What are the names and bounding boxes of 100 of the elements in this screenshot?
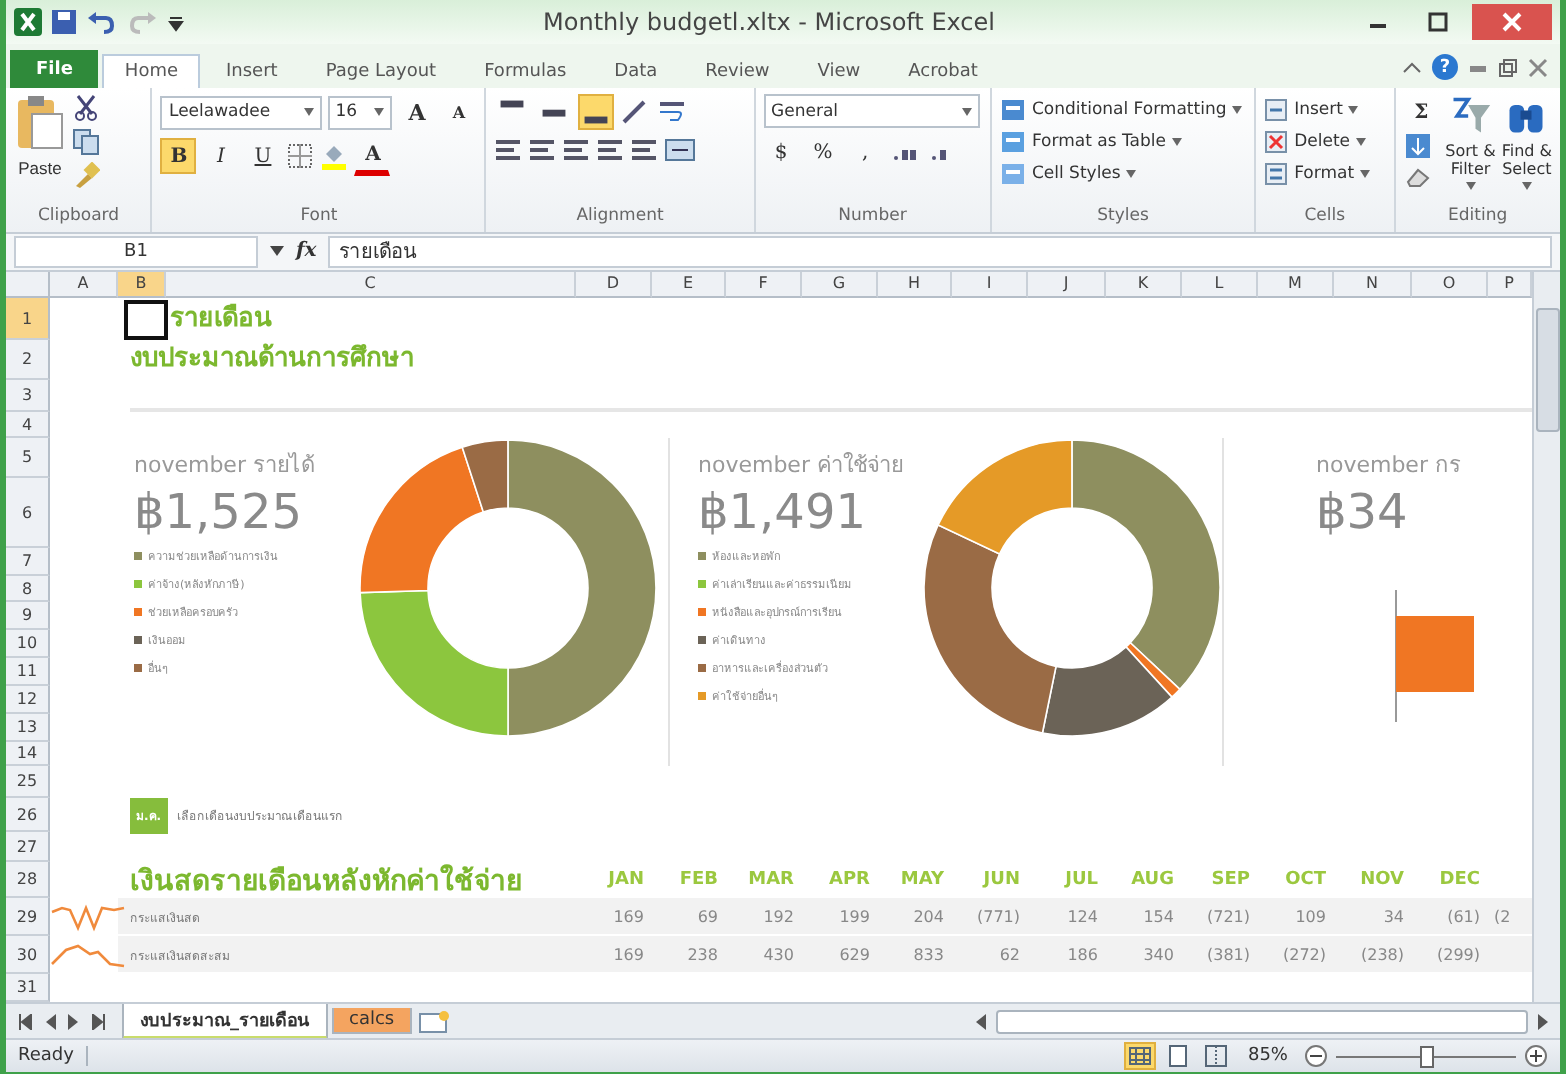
zoom-slider[interactable]: [1420, 1045, 1434, 1068]
row-header[interactable]: 9: [6, 602, 50, 631]
column-header[interactable]: P: [1488, 272, 1532, 299]
underline-button[interactable]: U: [244, 138, 281, 175]
increase-indent-icon[interactable]: [630, 136, 659, 165]
border-icon[interactable]: [286, 142, 315, 171]
ribbon-tab[interactable]: Insert: [204, 54, 300, 89]
ribbon-tab[interactable]: Home: [102, 54, 200, 89]
format-cells-icon[interactable]: [1264, 162, 1289, 187]
row-header[interactable]: 26: [6, 798, 50, 833]
styles-icon[interactable]: [999, 130, 1026, 155]
column-header[interactable]: J: [1028, 272, 1106, 299]
align-right-icon[interactable]: [562, 136, 591, 165]
row-header[interactable]: 6: [6, 478, 50, 549]
row-header[interactable]: 12: [6, 686, 50, 715]
scrollbar-thumb[interactable]: [996, 1009, 1528, 1034]
cells-menu-button[interactable]: Delete: [1294, 132, 1351, 153]
scissors-icon[interactable]: [72, 94, 100, 123]
ribbon-tab[interactable]: Review: [683, 54, 792, 89]
column-header[interactable]: C: [166, 272, 576, 299]
row-header[interactable]: 1: [6, 298, 50, 341]
zoom-in-icon[interactable]: [1524, 1044, 1548, 1069]
help-button[interactable]: ?: [1432, 54, 1458, 81]
row-header[interactable]: 27: [6, 832, 50, 863]
cells-menu-button[interactable]: Insert: [1294, 100, 1343, 121]
autosum-button[interactable]: Σ: [1403, 94, 1440, 131]
font-size-field[interactable]: 16: [327, 95, 393, 130]
cells-menu-button[interactable]: Format: [1294, 164, 1355, 185]
sheet-tab[interactable]: งบประมาณ_รายเดือน: [122, 1003, 327, 1040]
ribbon-tab[interactable]: Page Layout: [303, 54, 459, 89]
next-sheet-icon[interactable]: [68, 1013, 80, 1030]
align-left-icon[interactable]: [494, 136, 523, 165]
row-header[interactable]: 7: [6, 548, 50, 577]
sheet-tab[interactable]: calcs: [331, 1008, 413, 1035]
name-box[interactable]: B1: [14, 235, 258, 268]
column-header[interactable]: F: [726, 272, 802, 299]
file-tab[interactable]: File: [10, 50, 99, 89]
scrollbar-thumb[interactable]: [1535, 308, 1559, 433]
column-header[interactable]: K: [1106, 272, 1182, 299]
excel-logo-icon[interactable]: [14, 7, 42, 36]
row-header[interactable]: 8: [6, 576, 50, 603]
first-sheet-icon[interactable]: [18, 1013, 32, 1030]
insert-function-button[interactable]: fx: [296, 240, 317, 263]
styles-menu-button[interactable]: Cell Styles: [1031, 164, 1121, 185]
sort-filter-button[interactable]: Sort & Filter: [1445, 142, 1496, 179]
row-header[interactable]: 30: [6, 936, 50, 975]
font-color-button[interactable]: A: [354, 136, 391, 177]
close-button[interactable]: [1472, 3, 1552, 40]
row-header[interactable]: 5: [6, 438, 50, 479]
column-header[interactable]: G: [802, 272, 878, 299]
decrease-indent-icon[interactable]: [596, 136, 625, 165]
wrap-text-icon[interactable]: [658, 98, 687, 127]
normal-view-icon[interactable]: [1123, 1042, 1156, 1071]
delete-cells-icon[interactable]: [1264, 130, 1289, 155]
column-header[interactable]: M: [1258, 272, 1334, 299]
percent-button[interactable]: %: [805, 134, 842, 171]
row-header[interactable]: 3: [6, 380, 50, 413]
collapse-ribbon-icon[interactable]: [1402, 57, 1422, 78]
row-header[interactable]: 28: [6, 862, 50, 899]
number-format-field[interactable]: General: [763, 94, 980, 129]
formula-field[interactable]: รายเดือน: [328, 235, 1552, 268]
column-header[interactable]: O: [1412, 272, 1488, 299]
ribbon-tab[interactable]: Acrobat: [886, 54, 1000, 89]
find-select-button[interactable]: Find & Select: [1501, 142, 1553, 179]
column-header[interactable]: B: [118, 272, 166, 299]
comma-button[interactable]: ,: [847, 134, 884, 171]
row-header[interactable]: 29: [6, 898, 50, 937]
bold-button[interactable]: B: [160, 138, 197, 175]
row-header[interactable]: 25: [6, 766, 50, 799]
undo-icon[interactable]: [86, 7, 118, 36]
ribbon-tab[interactable]: Formulas: [462, 54, 589, 89]
currency-button[interactable]: $: [763, 134, 800, 171]
row-header[interactable]: 10: [6, 630, 50, 659]
ribbon-tab[interactable]: Data: [592, 54, 680, 89]
row-header[interactable]: 2: [6, 340, 50, 381]
column-header[interactable]: H: [878, 272, 952, 299]
row-header[interactable]: 31: [6, 974, 50, 1003]
copy-icon[interactable]: [72, 128, 100, 157]
column-header[interactable]: E: [652, 272, 726, 299]
column-header[interactable]: L: [1182, 272, 1258, 299]
styles-menu-button[interactable]: Format as Table: [1031, 132, 1166, 153]
shrink-font-button[interactable]: A: [440, 94, 477, 131]
maximize-icon[interactable]: [1428, 11, 1448, 32]
page-break-view-icon[interactable]: [1199, 1042, 1232, 1071]
fill-icon[interactable]: [1403, 132, 1432, 161]
close-icon[interactable]: [1528, 57, 1548, 78]
new-sheet-icon[interactable]: [416, 1009, 453, 1034]
column-header[interactable]: N: [1334, 272, 1412, 299]
row-header[interactable]: 14: [6, 742, 50, 767]
grow-font-button[interactable]: A: [398, 94, 435, 131]
row-header[interactable]: 11: [6, 658, 50, 687]
previous-sheet-icon[interactable]: [44, 1013, 56, 1030]
paste-button[interactable]: Paste: [14, 94, 66, 206]
scroll-left-icon[interactable]: [972, 1011, 988, 1032]
zoom-out-icon[interactable]: [1304, 1044, 1328, 1069]
ribbon-tab[interactable]: View: [795, 54, 883, 89]
restore-icon[interactable]: [1498, 57, 1518, 78]
zoom-level[interactable]: 85%: [1239, 1046, 1296, 1067]
insert-cells-icon[interactable]: [1264, 98, 1289, 123]
row-header[interactable]: 13: [6, 714, 50, 743]
